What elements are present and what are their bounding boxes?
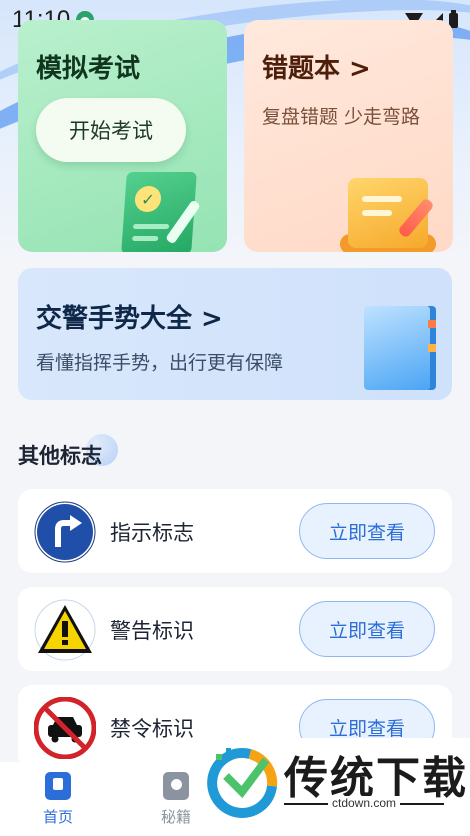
section-title: 其他标志 (18, 444, 102, 468)
list-item[interactable]: 警告标识 立即查看 (18, 587, 452, 671)
ctdown-logo-icon (207, 747, 278, 818)
sign-label: 禁令标识 (110, 717, 194, 741)
warning-sign-icon (34, 599, 96, 661)
bookmark-tab (428, 320, 436, 328)
watermark: 传统下载 ctdown.com (196, 738, 470, 836)
bookmark-tab (428, 344, 436, 352)
view-now-button[interactable]: 立即查看 (299, 503, 435, 559)
wrong-question-title: 错题本 > (262, 54, 371, 84)
traffic-gesture-card[interactable]: 交警手势大全 > 看懂指挥手势，出行更有保障 (18, 268, 452, 400)
traffic-gesture-subtitle: 看懂指挥手势，出行更有保障 (36, 352, 284, 374)
wrong-question-card[interactable]: 错题本 > 复盘错题 少走弯路 (244, 20, 453, 252)
view-now-button[interactable]: 立即查看 (299, 601, 435, 657)
turn-right-sign-icon (34, 501, 96, 563)
watermark-site: ctdown.com (328, 796, 401, 810)
start-exam-button[interactable]: 开始考试 (36, 98, 186, 162)
mock-exam-title: 模拟考试 (36, 54, 141, 84)
sign-label: 警告标识 (110, 619, 194, 643)
manual-book-icon (364, 306, 430, 390)
secret-book-icon (163, 772, 189, 800)
list-item[interactable]: 指示标志 立即查看 (18, 489, 452, 573)
check-icon: ✓ (134, 186, 162, 212)
mock-exam-card[interactable]: 模拟考试 开始考试 ✓ (18, 20, 227, 252)
no-cars-sign-icon (34, 697, 96, 759)
traffic-gesture-title: 交警手势大全 > (36, 304, 223, 334)
sign-label: 指示标志 (110, 521, 194, 545)
wrong-question-subtitle: 复盘错题 少走弯路 (262, 106, 421, 128)
nav-label-home: 首页 (42, 808, 73, 826)
nav-item-home[interactable]: 首页 (28, 772, 88, 827)
home-book-icon (45, 772, 71, 800)
